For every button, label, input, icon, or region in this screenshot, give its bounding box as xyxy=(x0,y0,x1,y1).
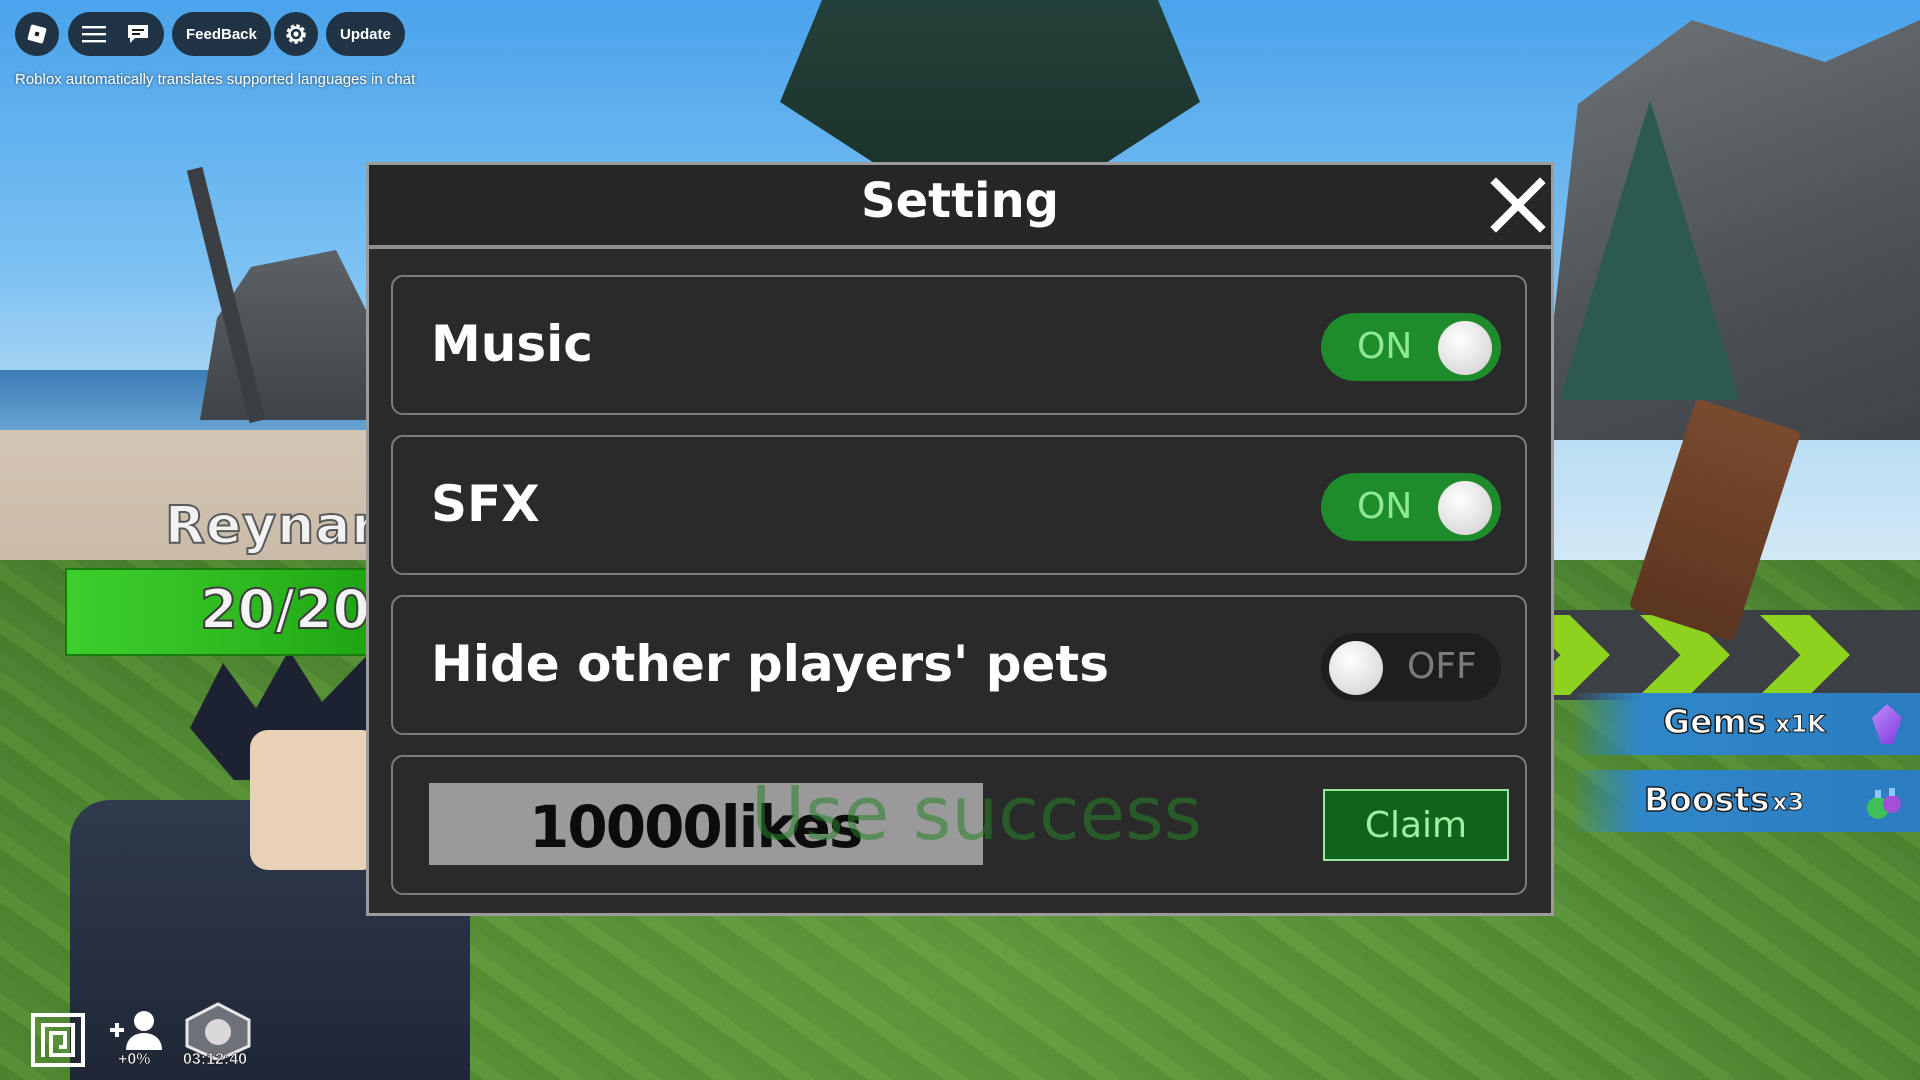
player-avatar-head xyxy=(250,730,380,870)
health-text: 20/20 xyxy=(199,577,371,642)
claim-button[interactable]: Claim xyxy=(1323,789,1509,861)
gear-icon xyxy=(286,24,306,44)
music-toggle-state: ON xyxy=(1357,326,1413,367)
gems-label: Gems xyxy=(1662,701,1767,742)
hide-pets-setting-row: Hide other players' pets OFF xyxy=(391,595,1527,735)
toggle-knob xyxy=(1438,481,1492,535)
feedback-button[interactable]: FeedBack xyxy=(172,12,271,56)
settings-modal: Setting Music ON SFX ON Hide other playe… xyxy=(366,162,1554,916)
friend-boost-percent: +0% xyxy=(118,1051,151,1069)
gems-multiplier: x1K xyxy=(1775,710,1827,739)
settings-header: Setting xyxy=(369,165,1551,249)
chat-bubble-icon xyxy=(128,25,148,43)
add-friend-icon[interactable] xyxy=(108,1010,164,1050)
toggle-knob xyxy=(1329,641,1383,695)
hamburger-menu-button[interactable] xyxy=(72,25,116,43)
sfx-toggle-state: ON xyxy=(1357,486,1413,527)
potion-icon xyxy=(1867,788,1901,819)
redeem-code-row: 10000likes Use success Claim xyxy=(391,755,1527,895)
boosts-label: Boosts xyxy=(1643,779,1770,820)
music-toggle[interactable]: ON xyxy=(1321,313,1501,381)
hide-pets-toggle-state: OFF xyxy=(1407,646,1477,687)
hide-pets-label: Hide other players' pets xyxy=(431,635,1110,693)
toggle-knob xyxy=(1438,321,1492,375)
maze-icon[interactable] xyxy=(30,1012,86,1068)
chat-translate-notice: Roblox automatically translates supporte… xyxy=(15,71,416,88)
update-button[interactable]: Update xyxy=(326,12,405,56)
chat-button[interactable] xyxy=(116,23,160,45)
sfx-toggle[interactable]: ON xyxy=(1321,473,1501,541)
music-label: Music xyxy=(431,315,593,373)
sfx-setting-row: SFX ON xyxy=(391,435,1527,575)
close-icon[interactable] xyxy=(1490,177,1546,233)
menu-chat-group xyxy=(68,12,164,56)
settings-button[interactable] xyxy=(274,12,318,56)
session-timer: 03:12:40 xyxy=(183,1051,248,1069)
boosts-multiplier: x3 xyxy=(1771,788,1805,817)
music-setting-row: Music ON xyxy=(391,275,1527,415)
code-status-text: Use success xyxy=(751,771,1203,857)
sfx-label: SFX xyxy=(431,475,540,533)
roblox-logo-icon xyxy=(27,24,47,44)
hamburger-icon xyxy=(82,26,106,43)
roblox-menu-button[interactable] xyxy=(15,12,59,56)
settings-title: Setting xyxy=(861,173,1059,229)
hide-pets-toggle[interactable]: OFF xyxy=(1321,633,1501,701)
